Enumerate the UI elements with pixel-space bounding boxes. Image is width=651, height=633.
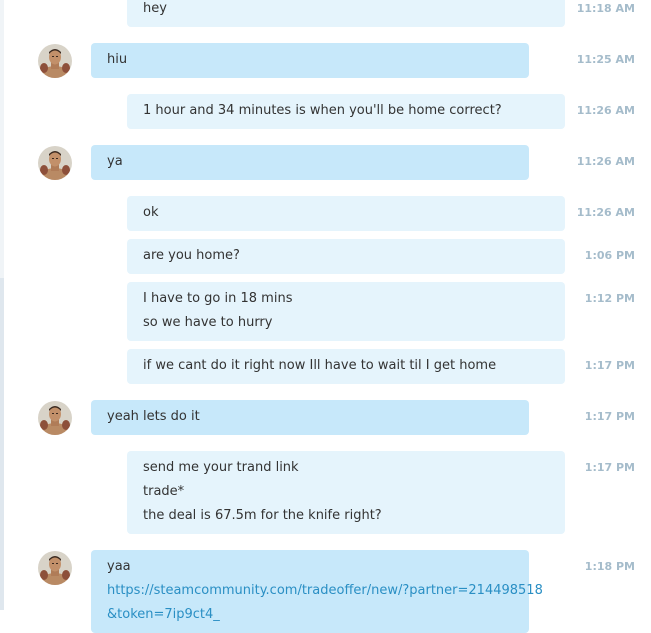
message-timestamp: 11:25 AM <box>576 53 635 66</box>
message-text: 1 hour and 34 minutes is when you'll be … <box>143 103 502 118</box>
message-text: the deal is 67.5m for the knife right? <box>143 508 382 523</box>
message-text: if we cant do it right now Ill have to w… <box>143 358 497 373</box>
message-text: hey <box>143 1 167 16</box>
contact-avatar-icon[interactable] <box>38 43 72 78</box>
message-text: yaa <box>107 559 131 574</box>
message-link[interactable]: https://steamcommunity.com/tradeoffer/ne… <box>107 579 543 603</box>
incoming-message-bubble[interactable]: yaa https://steamcommunity.com/tradeoffer… <box>91 550 543 633</box>
message-text: ok <box>143 205 159 220</box>
contact-avatar-icon[interactable] <box>38 400 72 435</box>
scrollbar-track[interactable] <box>0 278 4 610</box>
chat-history: hey 11:18 AM hiu 11:25 AM 1 hour and 34 minu… <box>0 0 651 633</box>
incoming-message-bubble[interactable]: yeah lets do it <box>91 400 529 435</box>
contact-avatar-icon[interactable] <box>38 550 72 585</box>
message-timestamp: 1:06 PM <box>584 249 635 262</box>
message-timestamp: 11:18 AM <box>576 2 635 15</box>
incoming-message-bubble[interactable]: hiu <box>91 43 529 78</box>
message-timestamp: 1:17 PM <box>584 410 635 423</box>
outgoing-message-bubble[interactable]: send me your trand link trade* the deal is… <box>127 451 565 534</box>
incoming-message-bubble[interactable]: ya <box>91 145 529 180</box>
message-timestamp: 1:17 PM <box>584 461 635 474</box>
message-timestamp: 11:26 AM <box>576 206 635 219</box>
outgoing-message-bubble[interactable]: 1 hour and 34 minutes is when you'll be … <box>127 94 565 129</box>
message-timestamp: 1:12 PM <box>584 292 635 305</box>
message-timestamp: 11:26 AM <box>576 104 635 117</box>
message-timestamp: 11:26 AM <box>576 155 635 168</box>
outgoing-message-bubble[interactable]: are you home? <box>127 239 565 274</box>
message-link[interactable]: &token=7ip9ct4_ <box>107 603 513 627</box>
message-text: trade* <box>143 484 185 499</box>
message-text: so we have to hurry <box>143 315 273 330</box>
outgoing-message-bubble[interactable]: I have to go in 18 mins so we have to hur… <box>127 282 565 341</box>
message-text: send me your trand link <box>143 460 299 475</box>
outgoing-message-bubble[interactable]: hey <box>127 0 565 27</box>
contact-avatar-icon[interactable] <box>38 145 72 180</box>
message-text: yeah lets do it <box>107 409 200 424</box>
message-text: ya <box>107 154 123 169</box>
message-text: are you home? <box>143 248 240 263</box>
message-text: I have to go in 18 mins <box>143 291 293 306</box>
message-text: hiu <box>107 52 128 67</box>
message-timestamp: 1:17 PM <box>584 359 635 372</box>
outgoing-message-bubble[interactable]: ok <box>127 196 565 231</box>
outgoing-message-bubble[interactable]: if we cant do it right now Ill have to w… <box>127 349 565 384</box>
message-timestamp: 1:18 PM <box>584 560 635 573</box>
